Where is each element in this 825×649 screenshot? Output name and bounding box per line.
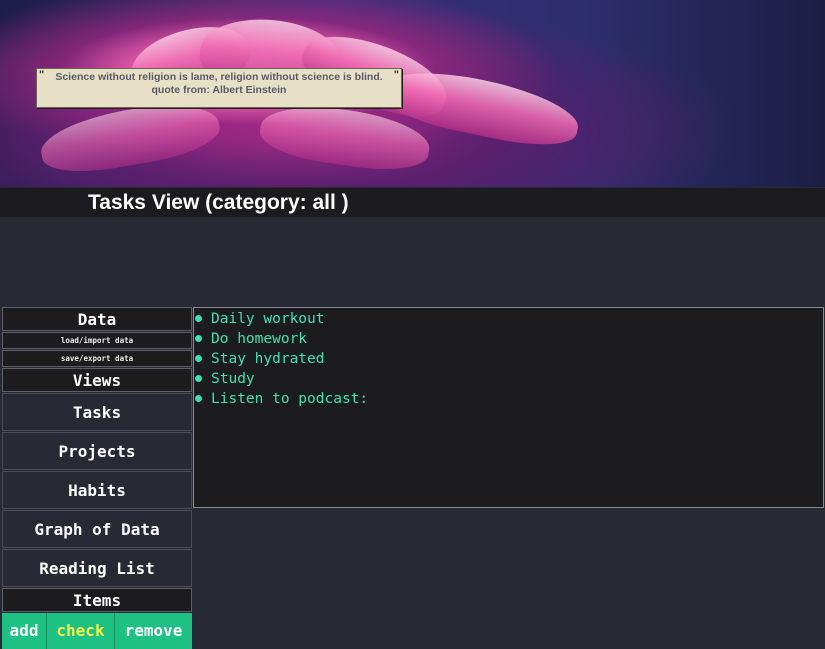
task-list-panel: Daily workout Do homework Stay hydrated …	[193, 307, 824, 508]
views-section-header: Views	[2, 368, 192, 392]
nav-projects-button[interactable]: Projects	[2, 432, 192, 470]
nav-reading-list-button[interactable]: Reading List	[2, 549, 192, 587]
task-item[interactable]: Stay hydrated	[194, 349, 823, 369]
task-label: Do homework	[211, 331, 308, 347]
add-button[interactable]: add	[2, 613, 47, 649]
page-title: Tasks View (category: all )	[0, 188, 825, 217]
quote-box: " Science without religion is lame, reli…	[36, 68, 402, 108]
save-export-button[interactable]: save/export data	[2, 350, 192, 367]
sidebar: Data load/import data save/export data V…	[2, 307, 192, 649]
quote-close-mark: "	[393, 69, 399, 81]
data-section-header: Data	[2, 307, 192, 331]
bullet-icon	[195, 335, 202, 342]
items-section-header: Items	[2, 588, 192, 612]
load-import-button[interactable]: load/import data	[2, 332, 192, 349]
task-item[interactable]: Study	[194, 369, 823, 389]
remove-button[interactable]: remove	[115, 613, 192, 649]
nav-habits-button[interactable]: Habits	[2, 471, 192, 509]
nav-tasks-button[interactable]: Tasks	[2, 393, 192, 431]
bullet-icon	[195, 315, 202, 322]
quote-author: quote from: Albert Einstein	[151, 84, 287, 96]
quote-open-mark: "	[39, 69, 45, 81]
bullet-icon	[195, 375, 202, 382]
quote-text: Science without religion is lame, religi…	[55, 71, 383, 83]
task-label: Listen to podcast:	[211, 391, 369, 407]
items-action-row: add check remove	[2, 613, 192, 649]
task-item[interactable]: Do homework	[194, 329, 823, 349]
bullet-icon	[195, 355, 202, 362]
task-label: Stay hydrated	[211, 351, 325, 367]
nav-graph-button[interactable]: Graph of Data	[2, 510, 192, 548]
task-label: Study	[211, 371, 255, 387]
check-button[interactable]: check	[47, 613, 115, 649]
bullet-icon	[195, 395, 202, 402]
task-item[interactable]: Listen to podcast:	[194, 389, 823, 409]
task-item[interactable]: Daily workout	[194, 309, 823, 329]
header-banner-image: " Science without religion is lame, reli…	[0, 0, 825, 187]
task-label: Daily workout	[211, 311, 325, 327]
